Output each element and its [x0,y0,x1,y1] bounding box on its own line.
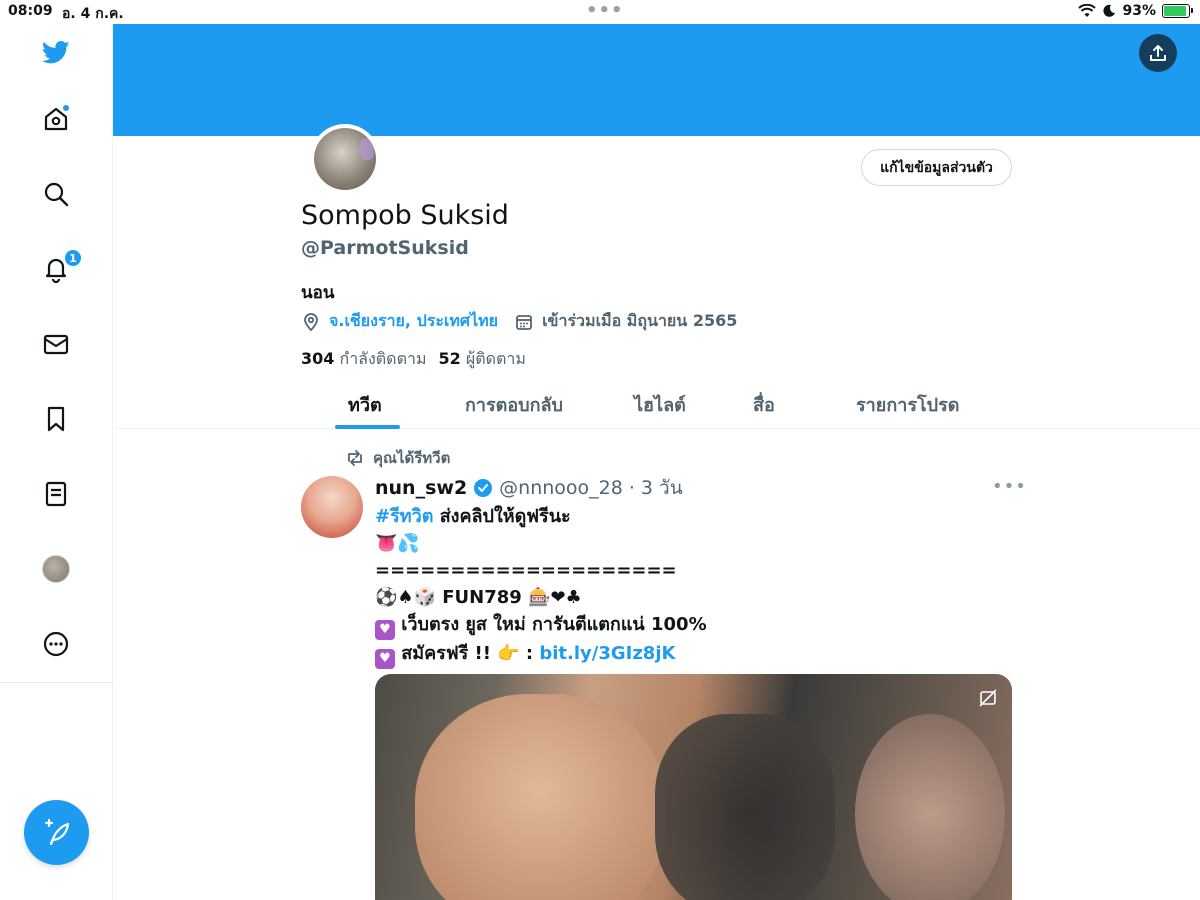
profile-banner [113,24,1200,136]
feather-plus-icon [44,818,69,845]
twitter-profile-page: 08:09 อ. 4 ก.ค. ••• 93% 1 แก้ไขข้อมูลส่ว… [0,0,1200,900]
sidebar-item-explore[interactable] [36,174,76,214]
edit-profile-button[interactable]: แก้ไขข้อมูลส่วนตัว [861,149,1012,186]
tweet-author-handle[interactable]: @nnnooo_28 [499,477,623,499]
moon-icon [1103,4,1116,17]
media-blur-region [855,714,1005,900]
profile-bio: นอน [301,283,335,303]
tweet-line-6: ♥ สมัครฟรี !! 👉 : bit.ly/3GIz8jK [375,640,707,669]
retweet-icon [348,450,362,466]
followers-label: ผู้ติดตาม [465,349,526,368]
purple-heart-icon: ♥ [375,649,395,669]
compose-tweet-button[interactable] [24,800,89,865]
tweet-time[interactable]: 3 วัน [641,473,683,503]
active-tab-indicator [335,425,400,429]
tweet-more-icon[interactable]: ••• [992,476,1027,497]
profile-joined-date: เข้าร่วมเมือ มิถุนายน 2565 [542,311,738,330]
sidebar-item-bookmarks[interactable] [36,399,76,439]
tab-replies[interactable]: การตอบกลับ [465,390,563,419]
tweet-line-3: ==================== [375,560,677,581]
profile-location[interactable]: จ.เชียงราย, ประเทศไทย [329,309,498,334]
tweet-hashtag[interactable]: #รีทวิต [375,506,433,527]
tweet-author-avatar[interactable] [301,476,363,538]
sidebar-divider [0,682,113,683]
media-blur-region [655,714,835,900]
verified-badge-icon [474,479,493,497]
sidebar-item-profile[interactable] [36,549,76,589]
tweet-line-5-text: เว็บตรง ยูส ใหม่ การันตีแตกแน่ 100% [401,614,707,635]
follow-stats: 304 กำลังติดตาม 52 ผู้ติดตาม [301,347,526,372]
wifi-icon [1078,4,1097,17]
profile-avatar-icon [42,555,70,583]
display-name: Sompob Suksid [301,200,509,231]
media-blur-region [415,694,665,900]
tweet-line-1-text: ส่งคลิปให้ดูฟรีนะ [433,506,571,527]
tab-media[interactable]: สื่อ [753,390,775,419]
profile-avatar[interactable] [310,124,380,194]
tweet-link[interactable]: bit.ly/3GIz8jK [539,643,675,664]
share-button[interactable] [1139,34,1177,72]
battery-icon [1162,4,1193,18]
following-label: กำลังติดตาม [339,349,427,368]
home-unread-dot [62,104,70,112]
retweet-label: คุณได้รีทวีต [373,449,451,467]
twitter-logo-icon[interactable] [36,32,76,72]
avatar-image [314,128,376,190]
status-indicators: 93% [1078,3,1193,19]
tweet-author-name[interactable]: nun_sw2 [375,477,467,499]
tweet-line-5: ♥ เว็บตรง ยูส ใหม่ การันตีแตกแน่ 100% [375,611,707,640]
location-pin-icon [304,312,318,331]
user-handle: @ParmotSuksid [301,237,469,259]
more-icon [43,631,69,657]
tweet-text: #รีทวิต ส่งคลิปให้ดูฟรีนะ 👅💦 ===========… [375,503,707,669]
notifications-badge: 1 [64,249,82,267]
profile-meta: จ.เชียงราย, ประเทศไทย เข้าร่วมเมือ มิถุน… [301,309,737,334]
tweet-line-6-text: สมัครฟรี !! 👉 : [401,643,540,664]
retweet-context: คุณได้รีทวีต [345,446,450,470]
status-bar: 08:09 อ. 4 ก.ค. ••• 93% [0,0,1200,24]
media-sensitive-icon [979,689,997,707]
tweet-line-1: #รีทวิต ส่งคลิปให้ดูฟรีนะ [375,503,707,530]
status-date: อ. 4 ก.ค. [62,6,124,22]
following-count: 304 [301,349,335,368]
search-icon [44,182,69,207]
sidebar-item-more[interactable] [36,624,76,664]
battery-fill [1164,6,1187,16]
multitasking-dots-icon[interactable]: ••• [586,0,624,21]
sidebar-item-notifications[interactable]: 1 [36,249,82,289]
following-link[interactable]: 304 กำลังติดตาม [301,347,427,372]
tweet-header: nun_sw2 @nnnooo_28 · 3 วัน [375,473,683,503]
profile-tabs: ทวีต การตอบกลับ ไฮไลต์ สื่อ รายการโปรด [113,380,1200,429]
calendar-icon [516,314,532,330]
sidebar-item-lists[interactable] [36,474,76,514]
upload-icon [1150,45,1166,61]
sidebar: 1 [0,24,113,900]
tab-tweets[interactable]: ทวีต [348,390,382,419]
purple-heart-icon: ♥ [375,620,395,640]
tweet-line-2: 👅💦 [375,533,420,554]
sidebar-item-messages[interactable] [36,324,76,364]
list-icon [45,481,67,507]
mail-icon [43,334,69,355]
tweet-media[interactable] [375,674,1012,900]
followers-link[interactable]: 52 ผู้ติดตาม [439,347,526,372]
sidebar-item-home[interactable] [36,99,76,139]
battery-percent: 93% [1122,3,1156,19]
tweet-time-separator: · [628,477,635,499]
tab-likes[interactable]: รายการโปรด [856,390,959,419]
tweet-line-4: ⚽♠🎲 FUN789 🎰❤♣ [375,587,582,608]
followers-count: 52 [438,349,461,368]
bookmark-icon [47,406,65,432]
tab-highlights[interactable]: ไฮไลต์ [634,390,686,419]
status-time: 08:09 [8,3,53,19]
